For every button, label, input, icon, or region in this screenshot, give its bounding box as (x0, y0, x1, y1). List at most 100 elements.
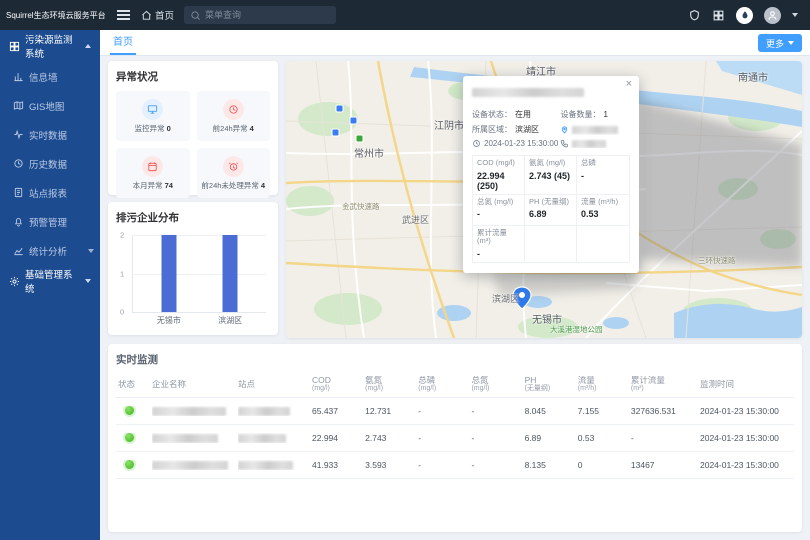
stat-label: 本月异常 (133, 181, 163, 190)
enterprise-name-redacted (152, 434, 218, 443)
y-tick: 1 (120, 269, 124, 278)
sidebar-item-label: 实时数据 (29, 128, 67, 142)
region-value: 滨湖区 (515, 124, 539, 135)
sidebar-item-site-report[interactable]: 站点报表 (0, 178, 100, 207)
sidebar-item-realtime-data[interactable]: 实时数据 (0, 120, 100, 149)
sidebar-section-pollution-monitor[interactable]: 污染源监测系统 (0, 30, 100, 62)
stat-tile-month-abnormal: 本月异常74 (116, 148, 190, 198)
abnormal-card-title: 异常状况 (116, 69, 270, 84)
chevron-down-icon[interactable] (792, 13, 798, 17)
map-panel[interactable]: 靖江市 南通市 常州市 江阴市 武进区 滨湖区 无锡市 金武快速路 三环快速路 … (286, 61, 802, 338)
map-road-label: 金武快速路 (342, 201, 380, 212)
apps-grid-icon[interactable] (712, 9, 725, 22)
popup-info: 设备状态： 在用 设备数量： 1 所属区域： 滨湖区 (472, 109, 630, 148)
sidebar-item-label: 信息墙 (29, 70, 58, 84)
sidebar-section-base-mgmt[interactable]: 基础管理系统 (0, 265, 100, 297)
device-status-value: 在用 (515, 109, 531, 120)
timestamp-value: 2024-01-23 15:30:00 (484, 139, 558, 148)
search-input[interactable] (205, 10, 330, 20)
y-tick: 0 (120, 308, 124, 317)
gear-icon (9, 276, 20, 287)
metric-cod: COD (mg/l)22.994 (250) (473, 156, 525, 195)
line-chart-icon (13, 245, 24, 256)
device-count-label: 设备数量： (560, 109, 600, 120)
sidebar-item-statistics[interactable]: 统计分析 (0, 236, 100, 265)
calendar-icon (147, 161, 158, 172)
app-logo: Squirrel生态环境云服务平台 (0, 10, 106, 21)
home-icon (141, 10, 152, 21)
map-road-label: 三环快速路 (698, 255, 736, 266)
sidebar-item-warning-mgmt[interactable]: 预警管理 (0, 207, 100, 236)
more-button[interactable]: 更多 (758, 34, 802, 52)
site-name-redacted (238, 407, 290, 416)
bar-chart-icon (13, 71, 24, 82)
table-header-row: 状态 企业名称 站点 COD(mg/l) 氨氮(mg/l) 总磷(mg/l) 总… (116, 372, 794, 398)
badge-icon[interactable] (688, 9, 701, 22)
more-button-label: 更多 (766, 37, 784, 50)
sidebar-item-gis-map[interactable]: GIS地图 (0, 91, 100, 120)
chart-title: 排污企业分布 (116, 210, 270, 225)
sidebar-item-info-wall[interactable]: 信息墙 (0, 62, 100, 91)
device-status: 设备状态： 在用 (472, 109, 560, 120)
top-header: Squirrel生态环境云服务平台 首页 (0, 0, 810, 30)
bar-chart: 2 1 0 无锡市 滨湖区 (116, 229, 270, 329)
status-dot-green (125, 433, 134, 442)
abnormal-tiles: 监控异常0 前24h异常4 本月异常74 前24h未处理异常4 (116, 91, 270, 198)
clock-icon (228, 104, 239, 115)
stat-value: 74 (165, 181, 173, 190)
breadcrumb-home[interactable]: 首页 (141, 8, 174, 22)
sidebar-section-label: 污染源监测系统 (25, 32, 80, 60)
bell-icon (13, 216, 24, 227)
clock-icon (472, 139, 481, 148)
chart-plot-area: 2 1 0 无锡市 滨湖区 (132, 235, 266, 313)
table-row[interactable]: 22.994 2.743 - - 6.89 0.53 - 2024-01-23 … (116, 425, 794, 452)
dashboard-content: 异常状况 监控异常0 前24h异常4 本月异常74 (100, 56, 810, 540)
app-root: Squirrel生态环境云服务平台 首页 污染源监测系统 (0, 0, 810, 540)
device-count-value: 1 (603, 110, 607, 119)
timestamp: 2024-01-23 15:30:00 (472, 139, 560, 148)
metric-tp: 总磷- (577, 156, 629, 195)
address (560, 124, 630, 135)
realtime-monitor-panel: 实时监测 状态 企业名称 站点 COD(mg/l) 氨氮(mg/l) 总磷(mg… (108, 344, 802, 532)
user-icon (767, 10, 778, 21)
enterprise-distribution-card: 排污企业分布 2 1 0 无锡市 滨湖区 (108, 202, 278, 335)
enterprise-name-redacted (152, 461, 228, 470)
table-title: 实时监测 (116, 352, 794, 367)
breadcrumb-home-label: 首页 (155, 8, 174, 22)
region: 所属区域： 滨湖区 (472, 124, 560, 135)
address-redacted (572, 126, 618, 134)
stat-tile-monitor-abnormal: 监控异常0 (116, 91, 190, 141)
metric-ph: PH (无量纲)6.89 (525, 195, 577, 226)
device-status-label: 设备状态： (472, 109, 512, 120)
map-park-label: 大溪港湿地公园 (550, 324, 603, 335)
water-drop-icon (740, 10, 750, 20)
status-dot-green (125, 460, 134, 469)
tab-home[interactable]: 首页 (110, 33, 136, 55)
bar-binhu (223, 235, 238, 312)
map-label: 武进区 (402, 213, 429, 226)
table-row[interactable]: 65.437 12.731 - - 8.045 7.155 327636.531… (116, 398, 794, 425)
pulse-icon (13, 129, 24, 140)
stat-label: 监控异常 (135, 124, 165, 133)
metric-empty (525, 226, 577, 262)
metric-nh3n: 氨氮 (mg/l)2.743 (45) (525, 156, 577, 195)
clock-icon (13, 158, 24, 169)
bar-wuxi (161, 235, 176, 312)
platform-logo-icon[interactable] (736, 7, 753, 24)
menu-toggle-icon[interactable] (117, 14, 130, 16)
sidebar: 污染源监测系统 信息墙 GIS地图 实时数据 历史数据 站点报表 预警管理 (0, 30, 100, 540)
close-icon[interactable]: × (626, 79, 632, 90)
table-row[interactable]: 41.933 3.593 - - 8.135 0 13467 2024-01-2… (116, 452, 794, 479)
metric-flow: 流量 (m³/h)0.53 (577, 195, 629, 226)
stat-label: 前24h未处理异常 (201, 181, 259, 190)
sidebar-item-label: 统计分析 (29, 244, 67, 258)
station-name-redacted (472, 88, 584, 97)
region-label: 所属区域： (472, 124, 512, 135)
site-name-redacted (238, 461, 293, 470)
x-tick: 无锡市 (157, 315, 181, 326)
sidebar-item-history-data[interactable]: 历史数据 (0, 149, 100, 178)
stat-tile-24h-unhandled: 前24h未处理异常4 (197, 148, 271, 198)
report-icon (13, 187, 24, 198)
map-icon (13, 100, 24, 111)
avatar[interactable] (764, 7, 781, 24)
